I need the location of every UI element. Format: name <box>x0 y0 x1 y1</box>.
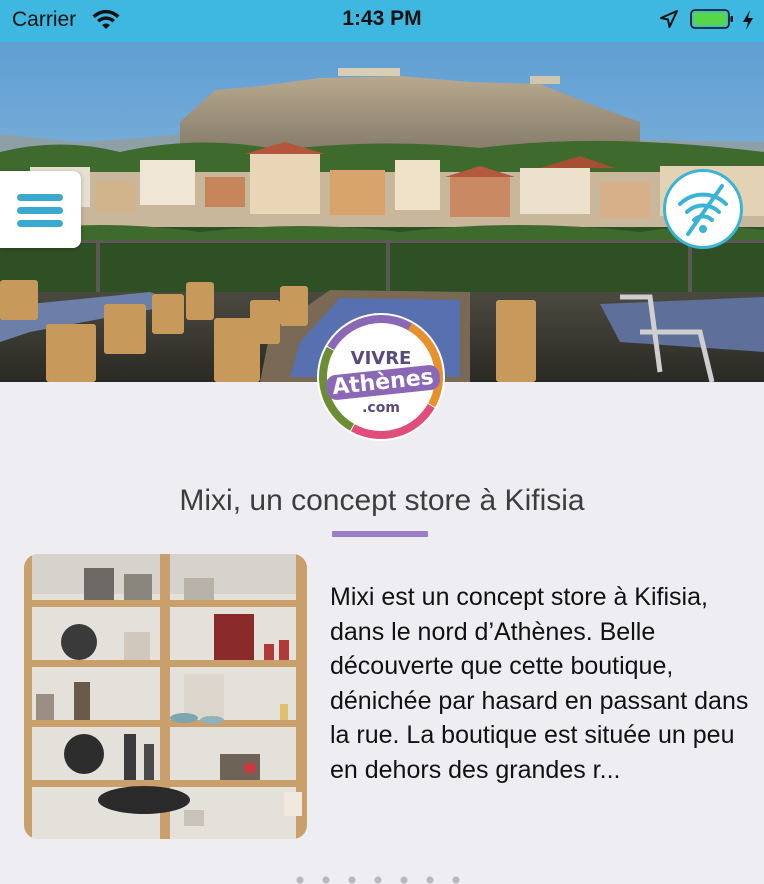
location-arrow-icon <box>660 10 678 28</box>
menu-button[interactable] <box>0 171 81 248</box>
article-excerpt[interactable]: Mixi est un concept store à Kifisia, dan… <box>330 580 750 787</box>
status-bar: Carrier 1:43 PM <box>0 0 764 42</box>
article-thumbnail[interactable] <box>24 554 307 839</box>
battery-icon <box>690 9 733 29</box>
title-underline <box>332 531 428 537</box>
pagination-dots <box>296 876 476 884</box>
site-logo: VIVRE Athènes .com <box>317 313 445 441</box>
article-photo <box>24 554 307 839</box>
clock: 1:43 PM <box>342 7 422 30</box>
logo-line-3: .com <box>362 400 400 416</box>
offline-toggle-button[interactable] <box>663 169 743 249</box>
article-title: Mixi, un concept store à Kifisia <box>179 484 585 517</box>
logo-line-2: Athènes <box>325 364 441 401</box>
wifi-off-icon <box>678 184 728 236</box>
charging-bolt-icon <box>743 10 753 30</box>
